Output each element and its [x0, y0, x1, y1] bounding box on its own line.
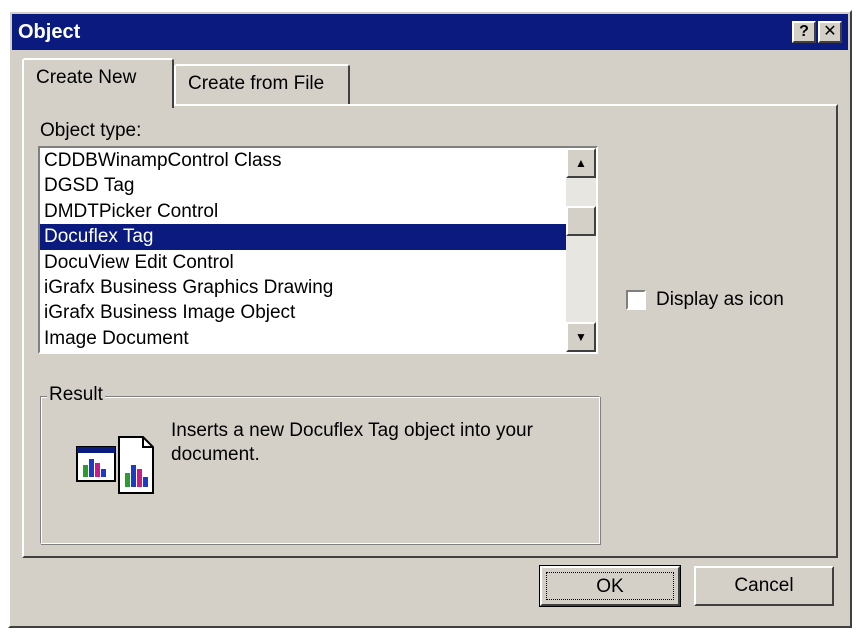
window-title: Object — [18, 21, 81, 43]
list-item[interactable]: DMDTPicker Control — [40, 199, 566, 224]
list-item[interactable]: Image Document — [40, 326, 566, 351]
display-as-icon-checkbox[interactable] — [626, 290, 646, 310]
scroll-up-button[interactable]: ▲ — [566, 148, 596, 178]
close-icon: ✕ — [823, 23, 837, 40]
result-description: Inserts a new Docuflex Tag object into y… — [171, 420, 533, 465]
list-item[interactable]: DocuView Edit Control — [40, 250, 566, 275]
help-icon: ? — [799, 23, 809, 40]
scroll-down-button[interactable]: ▼ — [566, 322, 596, 352]
result-label: Result — [47, 384, 105, 406]
list-item[interactable]: CDDBWinampControl Class — [40, 148, 566, 173]
insert-object-icon — [75, 435, 155, 502]
result-group: Result Inserts a new Docuflex Tag object… — [40, 384, 600, 544]
list-item[interactable]: DGSD Tag — [40, 173, 566, 198]
list-item[interactable]: iGrafx Business Image Object — [40, 300, 566, 325]
object-type-list[interactable]: CDDBWinampControl Class DGSD Tag DMDTPic… — [38, 146, 598, 354]
tab-create-new[interactable]: Create New — [22, 58, 174, 108]
list-item-selected[interactable]: Docuflex Tag — [40, 224, 566, 250]
help-button[interactable]: ? — [792, 21, 816, 43]
cancel-button[interactable]: Cancel — [694, 566, 834, 606]
tab-label: Create from File — [188, 73, 325, 94]
ok-button[interactable]: OK — [539, 565, 681, 607]
arrow-down-icon: ▼ — [575, 330, 587, 344]
list-item[interactable]: iGrafx Business Graphics Drawing — [40, 275, 566, 300]
tab-create-from-file[interactable]: Create from File — [174, 64, 350, 106]
close-button[interactable]: ✕ — [818, 21, 842, 43]
scrollbar-thumb[interactable] — [566, 206, 596, 236]
object-type-items: CDDBWinampControl Class DGSD Tag DMDTPic… — [40, 148, 566, 351]
ok-label: OK — [546, 572, 674, 600]
vertical-scrollbar[interactable]: ▲ ▼ — [566, 148, 596, 352]
object-type-label: Object type: — [40, 120, 142, 141]
title-bar: Object ? ✕ — [12, 14, 848, 50]
arrow-up-icon: ▲ — [575, 156, 587, 170]
create-new-panel: Object type: CDDBWinampControl Class DGS… — [22, 104, 838, 558]
display-as-icon-label[interactable]: Display as icon — [656, 289, 784, 311]
cancel-label: Cancel — [734, 575, 794, 596]
tab-label: Create New — [36, 67, 137, 88]
